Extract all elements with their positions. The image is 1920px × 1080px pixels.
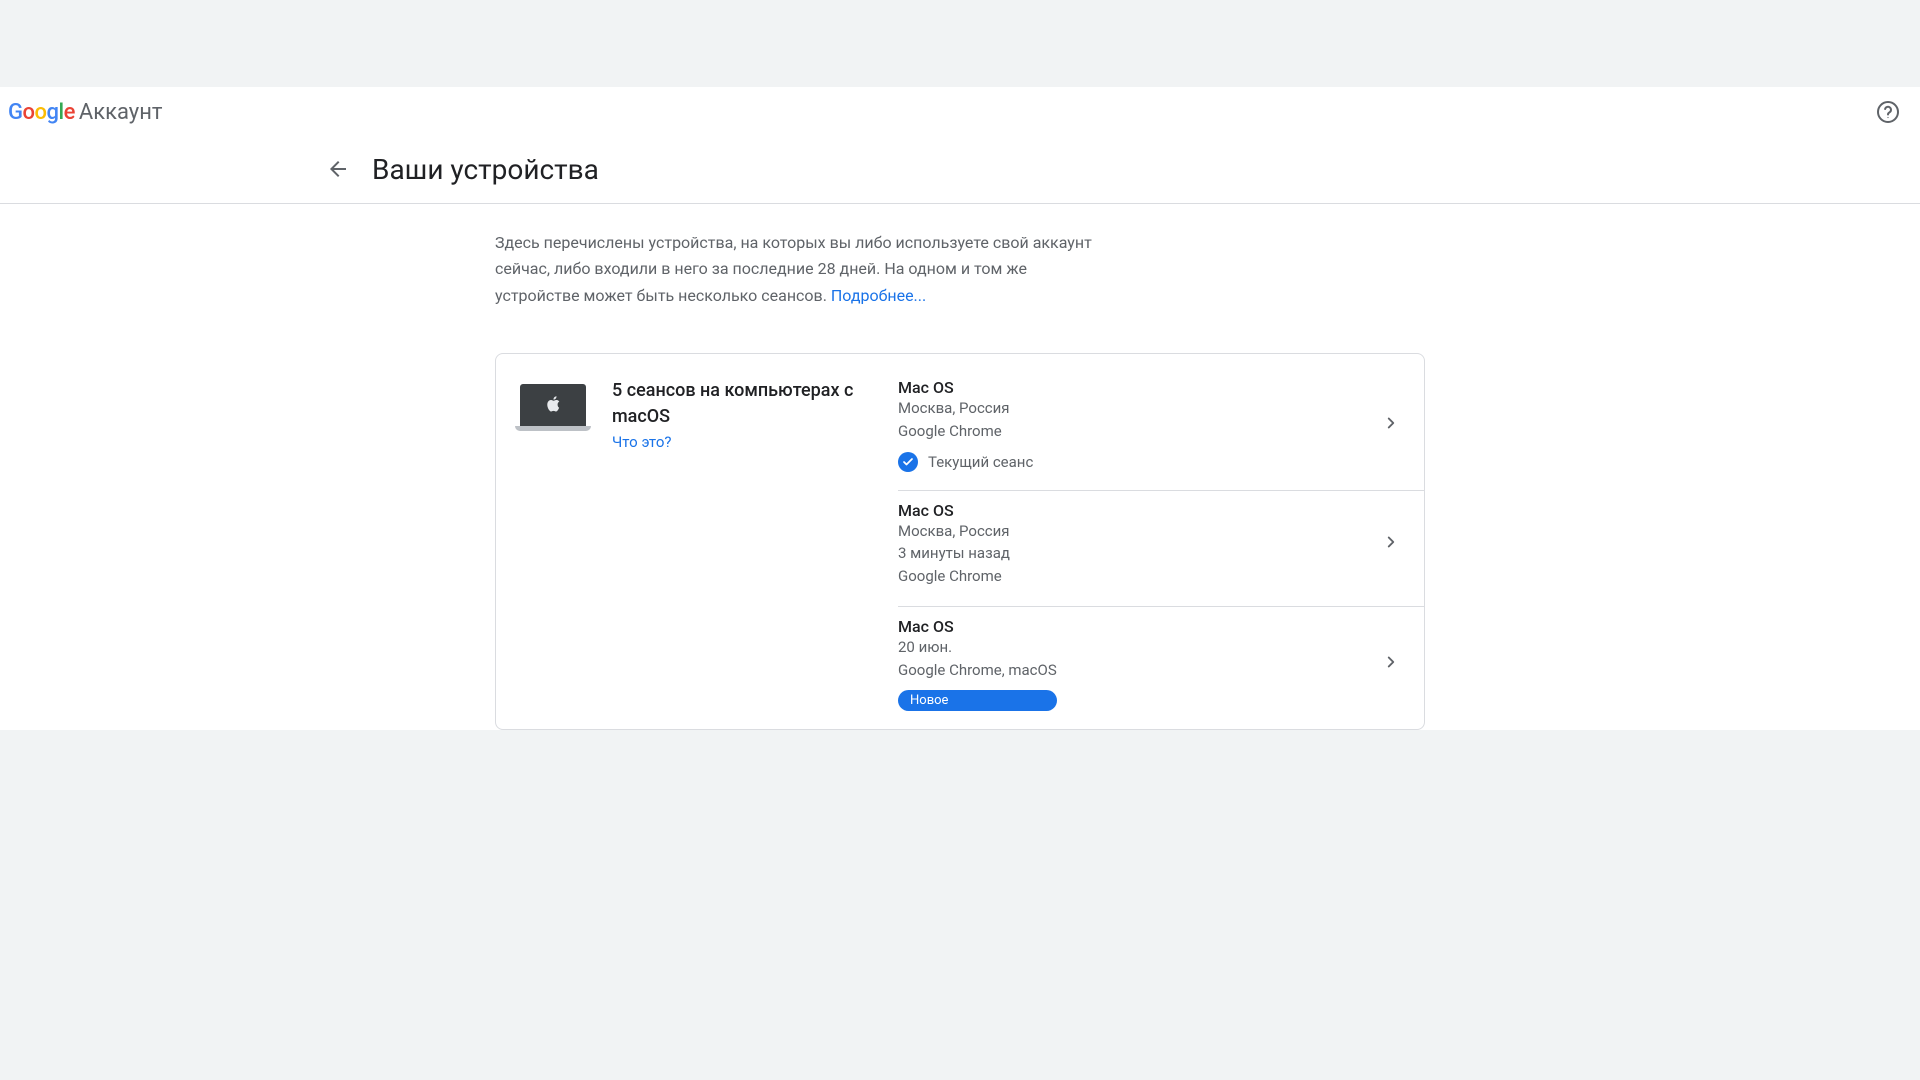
- check-icon: [898, 452, 918, 472]
- account-product-label: Аккаунт: [79, 100, 163, 125]
- google-logo: Google: [8, 100, 75, 125]
- session-app: Google Chrome: [898, 566, 1010, 588]
- device-summary: 5 сеансов на компьютерах с macOS Что это…: [612, 378, 872, 729]
- help-button[interactable]: [1868, 92, 1908, 132]
- session-info: Mac OS Москва, Россия Google Chrome Теку…: [898, 378, 1033, 472]
- app-frame: Google Аккаунт Ваши устройства Здесь пер…: [0, 87, 1920, 730]
- app-header: Google Аккаунт: [0, 87, 1920, 137]
- page-header: Ваши устройства: [0, 137, 1920, 204]
- session-date: 20 июн.: [898, 637, 1057, 659]
- device-group-card: 5 сеансов на компьютерах с macOS Что это…: [495, 353, 1425, 730]
- session-location: Москва, Россия: [898, 521, 1010, 543]
- session-os: Mac OS: [898, 617, 1057, 636]
- session-time: 3 минуты назад: [898, 543, 1010, 565]
- letterbox-bottom: [0, 730, 1920, 817]
- session-info: Mac OS 20 июн. Google Chrome, macOS Ново…: [898, 617, 1057, 712]
- logo-block[interactable]: Google Аккаунт: [8, 100, 162, 125]
- sessions-list: Mac OS Москва, Россия Google Chrome Теку…: [898, 378, 1424, 729]
- chevron-right-icon: [1382, 533, 1400, 555]
- learn-more-link[interactable]: Подробнее...: [831, 286, 926, 305]
- letterbox-top: [0, 0, 1920, 87]
- content-area: Здесь перечислены устройства, на которых…: [495, 204, 1425, 730]
- session-os: Mac OS: [898, 378, 1033, 397]
- session-location: Москва, Россия: [898, 398, 1033, 420]
- new-badge: Новое: [898, 690, 1057, 711]
- laptop-base: [515, 426, 591, 431]
- arrow-left-icon: [326, 157, 350, 181]
- help-icon: [1876, 100, 1900, 124]
- chevron-right-icon: [1382, 653, 1400, 675]
- current-session-label: Текущий сеанс: [928, 453, 1033, 471]
- current-session-row: Текущий сеанс: [898, 452, 1033, 472]
- session-row[interactable]: Mac OS Москва, Россия 3 минуты назад Goo…: [898, 491, 1424, 607]
- session-row[interactable]: Mac OS Москва, Россия Google Chrome Теку…: [898, 378, 1424, 491]
- page-title: Ваши устройства: [372, 153, 599, 186]
- intro-paragraph: Здесь перечислены устройства, на которых…: [495, 204, 1105, 309]
- session-app: Google Chrome: [898, 421, 1033, 443]
- intro-text: Здесь перечислены устройства, на которых…: [495, 233, 1092, 305]
- what-is-this-link[interactable]: Что это?: [612, 433, 672, 451]
- session-os: Mac OS: [898, 501, 1010, 520]
- laptop-icon: [520, 384, 586, 426]
- session-info: Mac OS Москва, Россия 3 минуты назад Goo…: [898, 501, 1010, 588]
- device-icon-wrap: [520, 378, 586, 729]
- chevron-right-icon: [1382, 414, 1400, 436]
- session-row[interactable]: Mac OS 20 июн. Google Chrome, macOS Ново…: [898, 607, 1424, 730]
- device-group-title: 5 сеансов на компьютерах с macOS: [612, 378, 872, 430]
- apple-icon: [546, 396, 560, 415]
- back-button[interactable]: [320, 151, 356, 187]
- session-app: Google Chrome, macOS: [898, 660, 1057, 682]
